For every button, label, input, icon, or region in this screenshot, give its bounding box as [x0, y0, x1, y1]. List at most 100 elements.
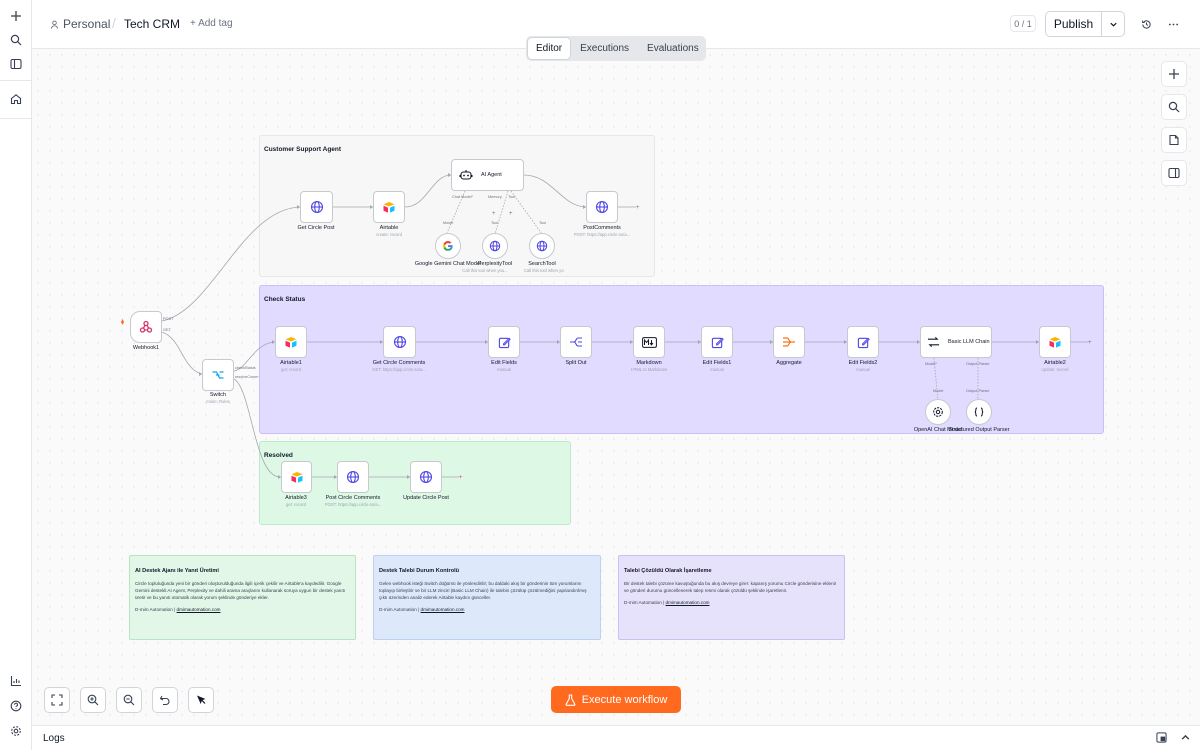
publish-dropdown[interactable] — [1102, 12, 1124, 36]
edit-icon — [711, 337, 724, 348]
node-webhook[interactable] — [130, 311, 162, 343]
sticky-note-support-agent[interactable]: AI Destek Ajanı ile Yanıt Üretimi Circle… — [129, 555, 356, 640]
left-sidebar — [0, 0, 32, 750]
zoom-in-button[interactable] — [80, 687, 106, 713]
node-basic-llm-chain[interactable]: Basic LLM Chain — [920, 326, 992, 358]
zoom-out-button[interactable] — [116, 687, 142, 713]
node-subtitle: manual — [710, 367, 724, 372]
node-subtitle: manual — [856, 367, 870, 372]
node-label: AI Agent — [481, 172, 502, 178]
add-node-handle[interactable]: + — [459, 475, 463, 481]
logs-panel[interactable]: Logs — [32, 725, 1200, 750]
node-airtable[interactable] — [373, 191, 405, 223]
node-aggregate[interactable] — [773, 326, 805, 358]
add-node-handle[interactable]: + — [509, 211, 513, 217]
tab-evaluations[interactable]: Evaluations — [639, 38, 707, 59]
insights-icon[interactable] — [4, 670, 28, 692]
note-author: D-mim Automation | — [624, 600, 665, 606]
note-title: Talebi Çözüldü Olarak İşaretleme — [624, 568, 712, 574]
publish-button[interactable]: Publish — [1046, 12, 1102, 36]
node-subtitle: create: record — [376, 232, 402, 237]
workflow-canvas[interactable]: Customer Support Agent Check Status Reso… — [32, 49, 1200, 725]
fit-view-button[interactable] — [44, 687, 70, 713]
sticky-note-icon — [1169, 134, 1179, 146]
more-options-icon[interactable] — [1164, 15, 1182, 33]
node-edit-fields1[interactable] — [701, 326, 733, 358]
home-icon[interactable] — [4, 88, 28, 110]
note-author: D-mim Automation | — [135, 607, 176, 613]
node-get-circle-post[interactable] — [300, 191, 333, 223]
tab-editor[interactable]: Editor — [528, 38, 571, 59]
add-tag-button[interactable]: + Add tag — [190, 18, 233, 29]
add-node-handle[interactable]: + — [1088, 340, 1092, 346]
port-label: Chat Model* — [452, 195, 473, 199]
node-subtitle: GET: https://app.circle.so/a... — [372, 367, 426, 372]
node-openai-chat-model[interactable] — [925, 399, 951, 425]
note-link[interactable]: dmimautomation.com — [177, 607, 221, 612]
node-post-comments[interactable] — [586, 191, 618, 223]
note-link[interactable]: dmimautomation.com — [421, 607, 465, 612]
node-split-out[interactable] — [560, 326, 592, 358]
node-label: Get Circle Comments — [372, 360, 426, 366]
node-search-tool[interactable] — [529, 233, 555, 259]
sticky-note-status-check[interactable]: Destek Talebi Durum Kontrolü Gelen webho… — [373, 555, 601, 640]
node-airtable3[interactable] — [281, 461, 312, 493]
undo-button[interactable] — [152, 687, 178, 713]
globe-icon — [346, 470, 360, 484]
chevron-up-icon[interactable] — [1180, 732, 1191, 746]
node-switch[interactable] — [202, 359, 234, 391]
add-icon[interactable] — [4, 5, 28, 27]
breadcrumb-project[interactable]: Personal — [50, 17, 110, 31]
node-label: Switch — [209, 392, 227, 398]
cursor-icon — [197, 695, 206, 704]
tab-executions[interactable]: Executions — [572, 38, 637, 59]
node-update-circle-post[interactable] — [410, 461, 442, 493]
node-subtitle: POST: https://app.circle.so/a... — [324, 502, 382, 507]
airtable-icon — [383, 202, 395, 213]
node-label: Edit Fields2 — [848, 360, 878, 366]
panel-toggle-icon[interactable] — [4, 53, 28, 75]
node-structured-output-parser[interactable] — [966, 399, 992, 425]
publish-button-group: Publish — [1045, 11, 1125, 37]
breadcrumb-separator: / — [112, 15, 116, 31]
add-node-handle[interactable]: + — [636, 205, 640, 211]
node-markdown[interactable] — [633, 326, 665, 358]
braces-icon — [974, 407, 984, 417]
node-edit-fields[interactable] — [488, 326, 520, 358]
node-subtitle: get: record — [280, 367, 302, 372]
node-edit-fields2[interactable] — [847, 326, 879, 358]
select-tool-button[interactable] — [188, 687, 214, 713]
flask-icon — [565, 693, 576, 706]
note-link[interactable]: dmimautomation.com — [666, 600, 710, 605]
search-nodes-button[interactable] — [1161, 94, 1187, 120]
connection-line — [523, 174, 587, 208]
node-label: Airtable — [379, 225, 399, 231]
sticky-note-resolved[interactable]: Talebi Çözüldü Olarak İşaretleme Bir des… — [618, 555, 845, 640]
add-sticky-note-button[interactable] — [1161, 127, 1187, 153]
node-get-circle-comments[interactable] — [383, 326, 416, 358]
add-node-handle[interactable]: + — [492, 211, 496, 217]
globe-icon — [310, 200, 323, 214]
node-label: Structured Output Parser — [948, 427, 1010, 433]
toggle-side-panel-button[interactable] — [1161, 160, 1187, 186]
history-icon[interactable] — [1137, 15, 1155, 33]
port-label: Model* — [925, 362, 937, 366]
divider — [0, 118, 32, 119]
node-airtable1[interactable] — [275, 326, 307, 358]
settings-icon[interactable] — [4, 720, 28, 742]
workflow-name[interactable]: Tech CRM — [124, 17, 180, 31]
node-google-gemini-chat-model[interactable] — [435, 233, 461, 259]
search-icon[interactable] — [4, 29, 28, 51]
node-airtable2[interactable] — [1039, 326, 1071, 358]
help-icon[interactable] — [4, 695, 28, 717]
execute-workflow-button[interactable]: Execute workflow — [551, 686, 681, 713]
note-footer: D-mim Automation | dmimautomation.com — [135, 607, 350, 612]
port-label: Model — [933, 389, 944, 393]
add-node-button[interactable] — [1161, 61, 1187, 87]
node-perplexity-tool[interactable] — [482, 233, 508, 259]
node-post-circle-comments[interactable] — [337, 461, 369, 493]
node-ai-agent[interactable]: AI Agent — [451, 159, 524, 191]
popout-icon[interactable] — [1156, 732, 1167, 746]
side-panel-icon — [1168, 167, 1180, 179]
zoom-in-icon — [87, 694, 99, 706]
